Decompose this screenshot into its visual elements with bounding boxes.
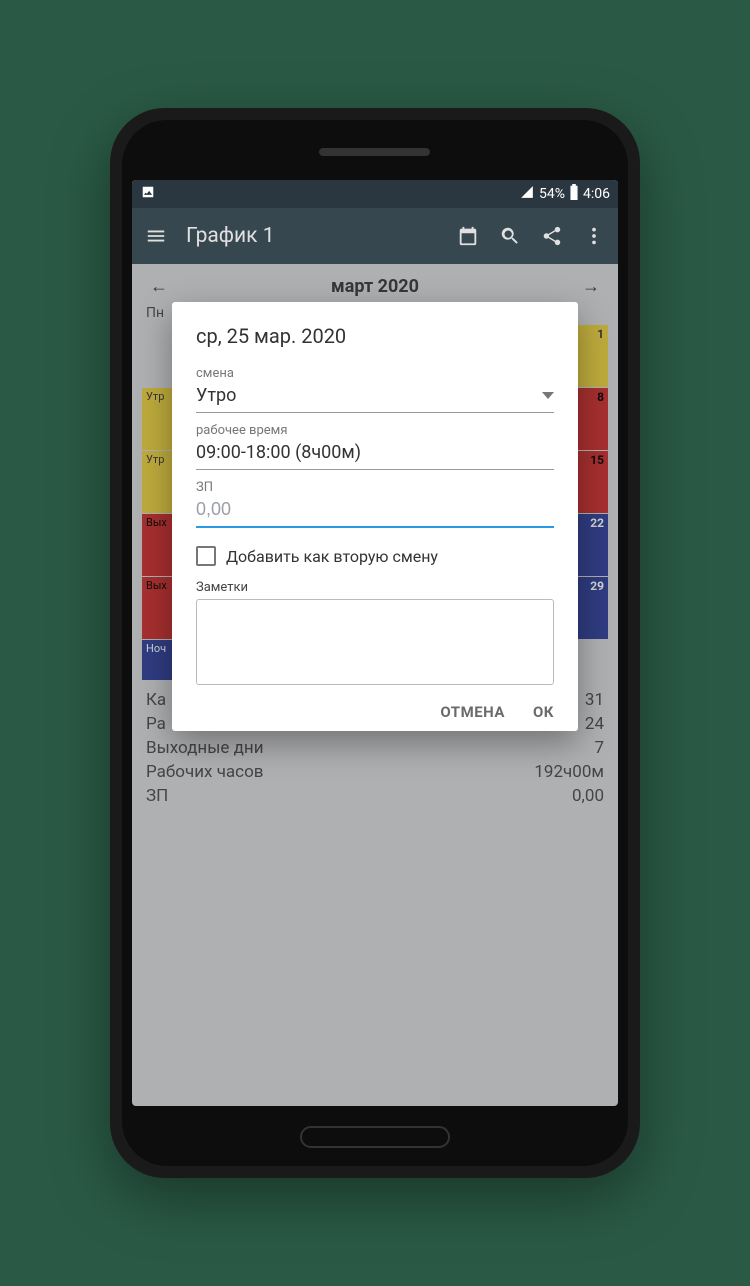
edit-shift-dialog: ср, 25 мар. 2020 смена Утро рабочее врем…	[172, 302, 578, 731]
worktime-label: рабочее время	[196, 423, 554, 438]
checkbox-icon[interactable]	[196, 546, 216, 566]
share-icon[interactable]	[540, 225, 564, 247]
search-icon[interactable]	[498, 225, 522, 247]
salary-input[interactable]	[196, 495, 554, 528]
clock-label: 4:06	[583, 186, 610, 202]
shift-value: Утро	[196, 385, 236, 406]
hamburger-menu-icon[interactable]	[144, 225, 168, 247]
speaker-grille	[320, 148, 430, 156]
ok-button[interactable]: ОК	[533, 703, 554, 721]
image-icon	[140, 185, 156, 203]
salary-label: ЗП	[196, 480, 554, 495]
battery-label: 54%	[539, 186, 565, 202]
home-button-outline	[300, 1126, 450, 1148]
app-bar: График 1	[132, 208, 618, 264]
chevron-down-icon	[542, 392, 554, 399]
dialog-title: ср, 25 мар. 2020	[196, 324, 554, 348]
worktime-field[interactable]: 09:00-18:00 (8ч00м)	[196, 438, 554, 470]
status-bar: 54% 4:06	[132, 180, 618, 208]
shift-dropdown[interactable]: Утро	[196, 381, 554, 413]
worktime-value: 09:00-18:00 (8ч00м)	[196, 442, 361, 463]
cancel-button[interactable]: ОТМЕНА	[440, 703, 505, 721]
battery-icon	[569, 184, 579, 204]
phone-frame: 54% 4:06 График 1	[110, 108, 640, 1178]
screen: 54% 4:06 График 1	[132, 180, 618, 1106]
phone-inner: 54% 4:06 График 1	[122, 120, 628, 1166]
calendar-icon[interactable]	[456, 225, 480, 247]
notes-label: Заметки	[196, 580, 554, 595]
app-title: График 1	[186, 224, 438, 248]
shift-label: смена	[196, 366, 554, 381]
signal-icon	[519, 185, 535, 203]
checkbox-label: Добавить как вторую смену	[226, 547, 438, 566]
notes-input[interactable]	[196, 599, 554, 685]
more-menu-icon[interactable]	[582, 225, 606, 247]
second-shift-checkbox-row[interactable]: Добавить как вторую смену	[196, 546, 554, 566]
